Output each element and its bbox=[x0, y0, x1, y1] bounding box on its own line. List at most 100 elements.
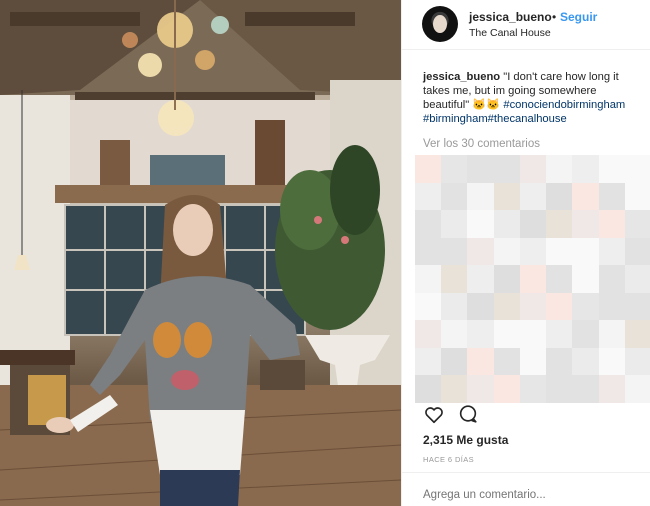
pixel-block bbox=[546, 292, 573, 321]
view-comments-link[interactable]: Ver los 30 comentarios bbox=[423, 138, 540, 150]
pixel-block bbox=[546, 155, 573, 183]
pixel-block bbox=[415, 155, 442, 183]
photo-illustration bbox=[0, 0, 401, 506]
pixel-block bbox=[467, 237, 494, 266]
pixel-block bbox=[493, 155, 520, 183]
pixel-block bbox=[546, 210, 573, 238]
follow-button[interactable]: Seguir bbox=[560, 10, 597, 24]
pixel-block bbox=[415, 210, 442, 238]
pixel-block bbox=[598, 265, 625, 293]
pixel-block bbox=[519, 182, 547, 211]
pixel-block bbox=[598, 155, 625, 183]
post-header: jessica_bueno • Seguir The Canal House bbox=[402, 0, 650, 50]
pixel-block bbox=[467, 210, 494, 238]
post-timestamp: HACE 6 DÍAS bbox=[423, 455, 475, 464]
pixel-block bbox=[519, 155, 547, 183]
pixel-block bbox=[624, 237, 650, 266]
pixel-block bbox=[493, 292, 520, 321]
pixel-block bbox=[546, 237, 573, 266]
pixel-block bbox=[572, 210, 599, 238]
pixel-block bbox=[624, 292, 650, 321]
likes-count[interactable]: 2,315 Me gusta bbox=[423, 433, 508, 447]
pixel-block bbox=[415, 347, 442, 376]
pixel-block bbox=[519, 210, 547, 238]
pixel-block bbox=[572, 320, 599, 348]
post-panel: jessica_bueno • Seguir The Canal House j… bbox=[401, 0, 650, 506]
pixel-block bbox=[441, 375, 468, 403]
pixel-block bbox=[415, 265, 442, 293]
hashtag-conociendobirmingham[interactable]: #conociendobirmingham bbox=[503, 99, 625, 111]
pixel-block bbox=[441, 347, 468, 376]
hashtag-thecanalhouse[interactable]: #thecanalhouse bbox=[488, 113, 567, 125]
pixel-block bbox=[493, 237, 520, 266]
pixel-block bbox=[624, 210, 650, 238]
location-link[interactable]: The Canal House bbox=[469, 27, 551, 39]
pixel-block bbox=[572, 375, 599, 403]
heart-icon[interactable] bbox=[423, 403, 447, 427]
caption-username[interactable]: jessica_bueno bbox=[423, 71, 500, 83]
add-comment-input[interactable] bbox=[423, 489, 638, 501]
pixel-block bbox=[441, 155, 468, 183]
pixel-block bbox=[493, 320, 520, 348]
separator-dot: • bbox=[552, 10, 557, 24]
comments-list-pixelated bbox=[415, 155, 650, 403]
pixel-block bbox=[598, 182, 625, 211]
pixel-block bbox=[415, 237, 442, 266]
pixel-block bbox=[624, 182, 650, 211]
pixel-block bbox=[572, 347, 599, 376]
pixel-block bbox=[546, 320, 573, 348]
pixel-block bbox=[598, 320, 625, 348]
pixel-block bbox=[415, 375, 442, 403]
pixel-block bbox=[624, 375, 650, 403]
speech-bubble-icon[interactable] bbox=[457, 403, 481, 427]
hashtag-birmingham[interactable]: #birmingham bbox=[423, 113, 488, 125]
pixel-block bbox=[493, 182, 520, 211]
pixel-block bbox=[546, 265, 573, 293]
pixel-block bbox=[441, 182, 468, 211]
pixel-block bbox=[467, 375, 494, 403]
pixel-block bbox=[519, 237, 547, 266]
pixel-block bbox=[519, 320, 547, 348]
add-comment-bar bbox=[402, 472, 650, 506]
pixel-block bbox=[441, 210, 468, 238]
pixel-block bbox=[598, 237, 625, 266]
pixel-block bbox=[546, 347, 573, 376]
pixel-block bbox=[519, 265, 547, 293]
pixel-block bbox=[467, 265, 494, 293]
pixel-block bbox=[519, 292, 547, 321]
pixel-block bbox=[519, 375, 547, 403]
pixel-block bbox=[493, 375, 520, 403]
pixel-block bbox=[598, 292, 625, 321]
pixel-block bbox=[572, 155, 599, 183]
pixel-block bbox=[441, 265, 468, 293]
pixel-block bbox=[415, 182, 442, 211]
pixel-block bbox=[415, 292, 442, 321]
avatar[interactable] bbox=[422, 6, 458, 42]
pixel-block bbox=[546, 375, 573, 403]
username[interactable]: jessica_bueno bbox=[469, 10, 552, 24]
pixel-block bbox=[598, 375, 625, 403]
pixel-block bbox=[441, 320, 468, 348]
pixel-block bbox=[467, 292, 494, 321]
pixel-block bbox=[598, 210, 625, 238]
pixel-block bbox=[467, 155, 494, 183]
pixel-block bbox=[572, 265, 599, 293]
pixel-block bbox=[624, 320, 650, 348]
pixel-block bbox=[624, 155, 650, 183]
pixel-block bbox=[467, 320, 494, 348]
pixel-block bbox=[519, 347, 547, 376]
pixel-block bbox=[572, 292, 599, 321]
pixel-block bbox=[572, 182, 599, 211]
action-bar bbox=[423, 403, 543, 427]
pixel-block bbox=[467, 182, 494, 211]
pixel-block bbox=[493, 265, 520, 293]
pixel-block bbox=[624, 265, 650, 293]
pixel-block bbox=[493, 210, 520, 238]
pixel-block bbox=[572, 237, 599, 266]
post-photo[interactable] bbox=[0, 0, 401, 506]
pixel-block bbox=[598, 347, 625, 376]
pixel-block bbox=[546, 182, 573, 211]
pixel-block bbox=[415, 320, 442, 348]
pixel-block bbox=[441, 237, 468, 266]
pixel-block bbox=[493, 347, 520, 376]
